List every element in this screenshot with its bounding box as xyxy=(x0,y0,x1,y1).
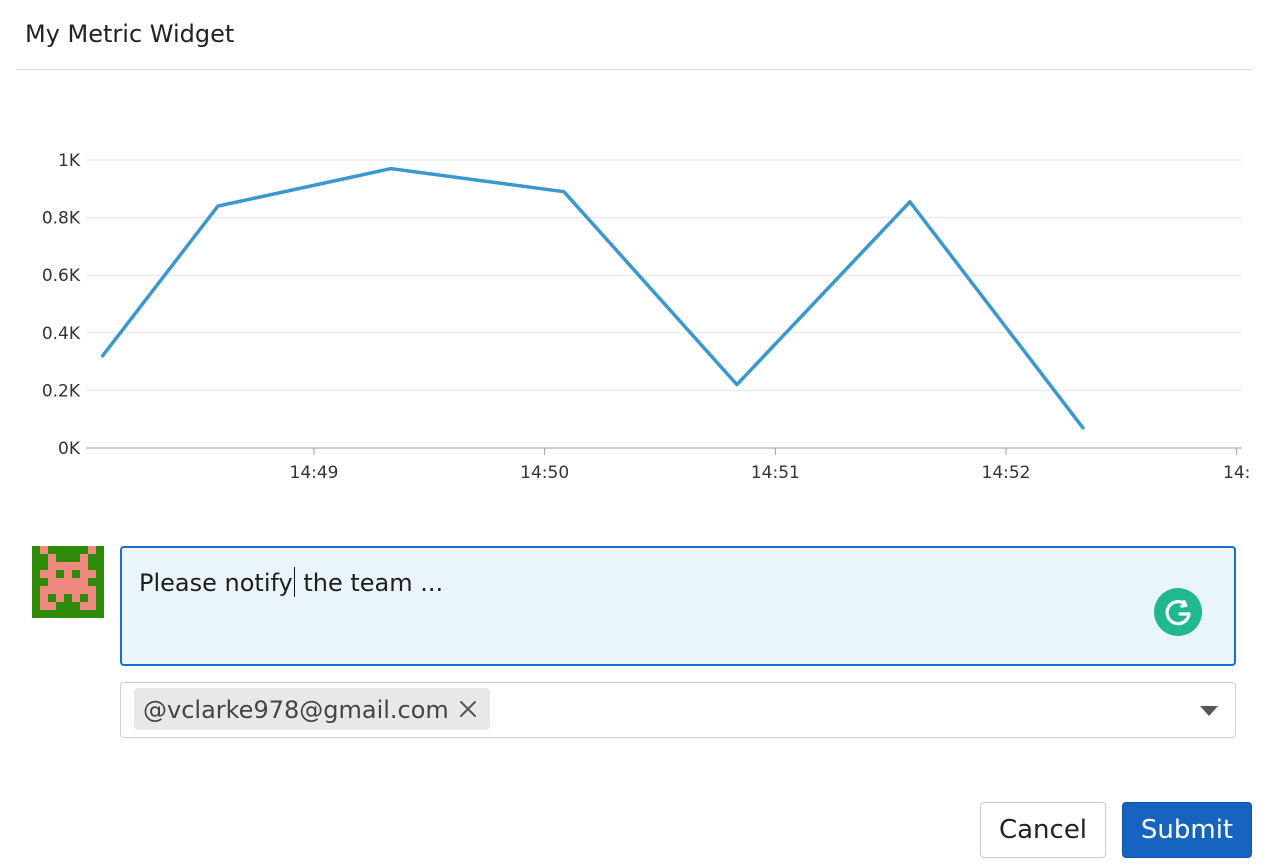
widget-title: My Metric Widget xyxy=(25,20,235,48)
avatar-pixel xyxy=(88,586,96,594)
pixel-invader-avatar-icon xyxy=(40,546,96,610)
grammarly-icon[interactable] xyxy=(1154,588,1202,636)
avatar-pixel xyxy=(88,602,96,610)
y-tick-label: 0.2K xyxy=(42,381,81,401)
avatar-pixel xyxy=(80,602,88,610)
y-tick-label: 1K xyxy=(58,151,81,171)
avatar-pixel xyxy=(48,554,56,562)
chart-canvas: 0K 0.2K 0.4K 0.6K 0.8K 1K 14:49 14:50 14:51 14:52… xyxy=(0,100,1280,500)
avatar-pixel xyxy=(64,578,72,586)
avatar-pixel xyxy=(88,546,96,554)
avatar-pixel xyxy=(80,570,88,578)
comment-text: Please notify the team ... xyxy=(139,567,443,597)
comment-text-after-caret: the team ... xyxy=(295,569,444,597)
y-tick-label: 0.6K xyxy=(42,266,81,286)
x-tick-label: 14:49 xyxy=(290,463,339,483)
avatar-pixel xyxy=(88,594,96,602)
avatar-pixel xyxy=(80,586,88,594)
avatar-pixel xyxy=(56,594,64,602)
avatar-pixel xyxy=(72,594,80,602)
user-avatar xyxy=(32,546,104,618)
avatar-pixel xyxy=(88,570,96,578)
avatar-pixel xyxy=(48,586,56,594)
avatar-pixel xyxy=(40,602,48,610)
avatar-pixel xyxy=(48,570,56,578)
chart-svg: 0K 0.2K 0.4K 0.6K 0.8K 1K 14:49 14:50 14:51 14:52… xyxy=(42,151,1251,483)
x-tick-label: 14:51 xyxy=(751,463,800,483)
avatar-pixel xyxy=(40,570,48,578)
avatar-pixel xyxy=(48,562,56,570)
avatar-pixel xyxy=(48,602,56,610)
widget-header: My Metric Widget xyxy=(16,0,1252,70)
avatar-pixel xyxy=(56,578,64,586)
metric-chart: 0K 0.2K 0.4K 0.6K 0.8K 1K 14:49 14:50 14:51 14:52… xyxy=(0,100,1280,500)
caret-down-icon[interactable] xyxy=(1199,705,1219,717)
x-tick-label: 14:52 xyxy=(982,463,1031,483)
avatar-pixel xyxy=(40,586,48,594)
grammarly-glyph xyxy=(1165,600,1191,626)
avatar-pixel xyxy=(80,562,88,570)
avatar-pixel xyxy=(40,546,48,554)
avatar-pixel xyxy=(56,586,64,594)
recipient-select[interactable]: @vclarke978@gmail.com xyxy=(120,682,1236,738)
y-tick-label: 0.8K xyxy=(42,209,81,229)
avatar-pixel xyxy=(48,578,56,586)
series-line xyxy=(100,166,1085,430)
avatar-pixel xyxy=(72,578,80,586)
x-tick-label: 14: xyxy=(1223,463,1250,483)
avatar-pixel xyxy=(64,562,72,570)
recipient-tag: @vclarke978@gmail.com xyxy=(134,688,490,730)
recipient-tag-label: @vclarke978@gmail.com xyxy=(143,696,449,724)
x-tick-label: 14:50 xyxy=(520,463,569,483)
avatar-pixel xyxy=(64,586,72,594)
y-tick-label: 0K xyxy=(58,439,81,459)
avatar-pixel xyxy=(40,594,48,602)
avatar-pixel xyxy=(72,562,80,570)
text-caret xyxy=(293,567,295,597)
avatar-pixel xyxy=(80,554,88,562)
remove-tag-icon[interactable] xyxy=(458,699,478,719)
cancel-button[interactable]: Cancel xyxy=(980,802,1106,858)
comment-textarea[interactable]: Please notify the team ... xyxy=(120,546,1236,666)
avatar-pixel xyxy=(80,578,88,586)
y-tick-label: 0.4K xyxy=(42,324,81,344)
avatar-pixel xyxy=(64,570,72,578)
avatar-pixel xyxy=(56,562,64,570)
avatar-pixel xyxy=(72,586,80,594)
submit-button[interactable]: Submit xyxy=(1122,802,1252,858)
comment-text-before-caret: Please notify xyxy=(139,569,293,597)
